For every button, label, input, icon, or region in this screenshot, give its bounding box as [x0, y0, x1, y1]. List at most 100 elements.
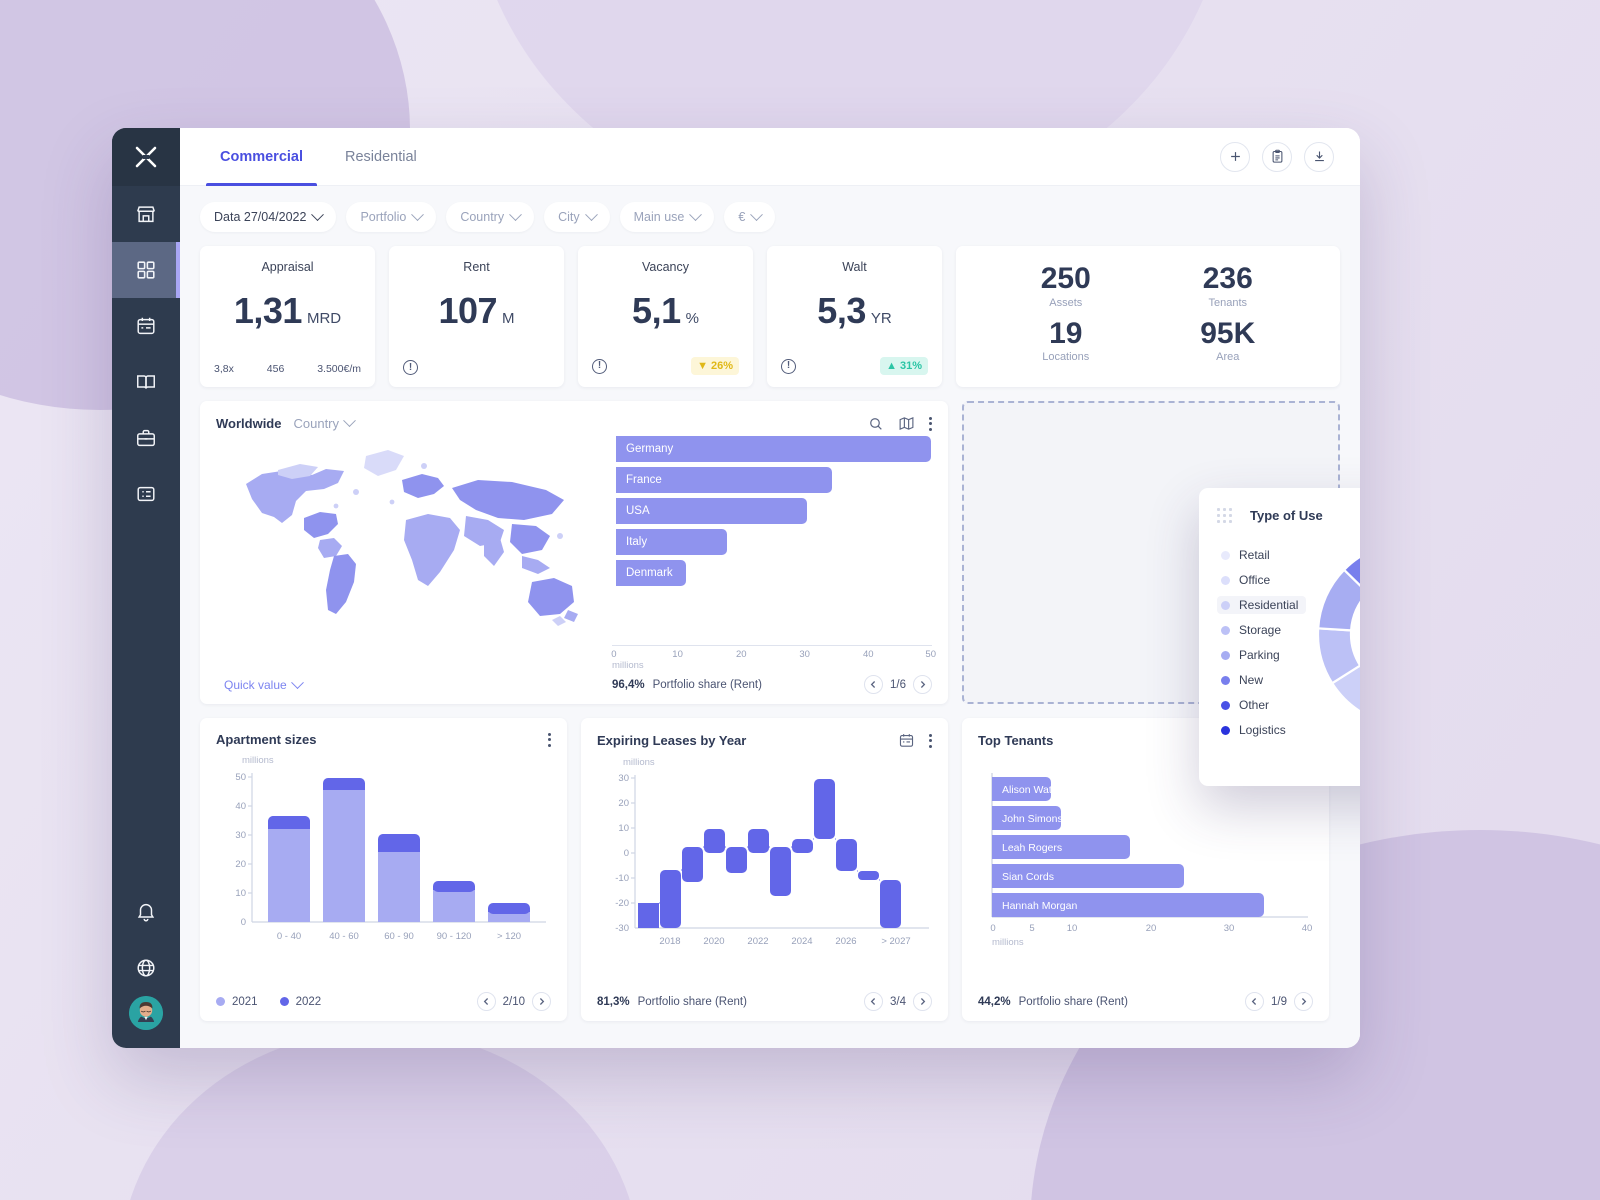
filter-date[interactable]: Data 27/04/2022: [200, 202, 337, 232]
bar-row[interactable]: Germany: [616, 436, 932, 462]
svg-text:60 - 90: 60 - 90: [384, 931, 414, 942]
bar-row[interactable]: France: [616, 467, 932, 493]
sidebar-item-storefront[interactable]: [112, 186, 180, 242]
filter-currency[interactable]: €: [724, 202, 776, 232]
stat-tenants: 236 Tenants: [1200, 262, 1255, 309]
panel-actions: [868, 415, 932, 432]
storefront-icon: [137, 206, 155, 223]
kebab-icon[interactable]: [548, 732, 551, 747]
search-icon[interactable]: [868, 416, 884, 432]
panel-title: Expiring Leases by Year: [597, 733, 747, 748]
kebab-icon[interactable]: [929, 733, 932, 748]
sidebar-item-reports[interactable]: [112, 354, 180, 410]
legend-item-retail[interactable]: Retail: [1217, 546, 1306, 564]
filter-city[interactable]: City: [544, 202, 610, 232]
prev-page-button[interactable]: [1245, 992, 1264, 1011]
sidebar-item-portfolio[interactable]: [112, 410, 180, 466]
info-icon[interactable]: !: [403, 360, 418, 375]
kpi-value: 5,3 YR: [817, 290, 891, 332]
stat-assets: 250 Assets: [1041, 262, 1091, 309]
next-page-button[interactable]: [913, 675, 932, 694]
svg-text:40: 40: [1302, 923, 1313, 934]
info-icon[interactable]: !: [592, 358, 607, 374]
sidebar-item-language[interactable]: [112, 940, 180, 996]
legend-item-office[interactable]: Office: [1217, 571, 1306, 589]
kpi-value: 5,1 %: [632, 290, 699, 332]
sidebar-item-dashboard[interactable]: [112, 242, 180, 298]
avatar[interactable]: [129, 996, 163, 1030]
reports-button[interactable]: [1262, 141, 1292, 172]
type-of-use-panel[interactable]: Type of Use Retail Office Residential St…: [1199, 488, 1360, 786]
legend-item-2022[interactable]: 2022: [279, 996, 321, 1008]
country-bar-chart: Germany France USA Italy Denmark 0 10 20…: [611, 432, 936, 694]
legend-item-logistics[interactable]: Logistics: [1217, 721, 1306, 739]
world-map[interactable]: Quick value: [216, 432, 606, 694]
sidebar-item-calendar[interactable]: [112, 298, 180, 354]
clipboard-icon: [1272, 149, 1282, 163]
portfolio-share-value: 44,2%: [978, 995, 1011, 1008]
country-dropdown-label: Country: [293, 416, 340, 431]
svg-text:10: 10: [618, 823, 629, 834]
grip-icon[interactable]: [1217, 507, 1232, 523]
stat-label: Area: [1216, 351, 1240, 363]
sidebar-item-notifications[interactable]: [112, 884, 180, 940]
kpi-title: Walt: [842, 260, 867, 274]
panel-footer: 96,4% Portfolio share (Rent) 1/6: [612, 671, 932, 694]
svg-text:-10: -10: [615, 873, 629, 884]
kpi-row: Appraisal 1,31 MRD 3,8x 456 3.500€/m Ren…: [200, 246, 1340, 387]
bar-row[interactable]: USA: [616, 498, 932, 524]
quick-value-dropdown[interactable]: Quick value: [224, 675, 304, 692]
tab-residential[interactable]: Residential: [331, 128, 431, 185]
app-logo[interactable]: [112, 128, 180, 186]
filter-country[interactable]: Country: [446, 202, 535, 232]
filter-portfolio[interactable]: Portfolio: [346, 202, 437, 232]
tab-bar: Commercial Residential: [206, 128, 445, 186]
kpi-number: 5,3: [817, 290, 866, 331]
svg-text:40 - 60: 40 - 60: [329, 931, 359, 942]
chevron-right-icon: [539, 998, 545, 1005]
chevron-down-icon: [584, 207, 598, 221]
apartment-sizes-svg: 504030 20100 0 - 40 40 - 60 60 - 90 90 -…: [235, 772, 546, 942]
topbar: Commercial Residential: [180, 128, 1360, 186]
next-page-button[interactable]: [913, 992, 932, 1011]
grid-icon: [137, 261, 155, 279]
country-dropdown[interactable]: Country: [293, 414, 356, 431]
type-of-use-donut[interactable]: 31%: [1310, 534, 1360, 734]
kebab-icon[interactable]: [929, 416, 932, 431]
bar-row[interactable]: Italy: [616, 529, 932, 555]
svg-text:20: 20: [1146, 923, 1157, 934]
add-button[interactable]: [1220, 141, 1250, 172]
legend-item-storage[interactable]: Storage: [1217, 621, 1306, 639]
kpi-footer: ! ▼ 26%: [592, 357, 739, 375]
calendar-icon[interactable]: [898, 732, 915, 749]
sidebar-item-forms[interactable]: [112, 466, 180, 522]
filter-main-use[interactable]: Main use: [619, 202, 715, 232]
logo-x-icon: [135, 146, 157, 168]
prev-page-button[interactable]: [864, 675, 883, 694]
panel-title: Type of Use: [1250, 507, 1323, 523]
panel-actions: [898, 732, 932, 749]
portfolio-share-value: 81,3%: [597, 995, 630, 1008]
bar-row[interactable]: Denmark: [616, 560, 932, 586]
svg-text:0 - 40: 0 - 40: [277, 931, 301, 942]
legend-item-2021[interactable]: 2021: [216, 996, 258, 1008]
panel-footer: 81,3% Portfolio share (Rent) 3/4: [597, 988, 932, 1011]
map-icon[interactable]: [898, 415, 915, 432]
status-badge-value: 31%: [899, 360, 922, 372]
download-button[interactable]: [1304, 141, 1334, 172]
chevron-left-icon: [870, 998, 876, 1005]
prev-page-button[interactable]: [476, 992, 496, 1011]
next-page-button[interactable]: [532, 992, 551, 1011]
panel-header: Type of Use: [1217, 504, 1360, 526]
prev-page-button[interactable]: [864, 992, 883, 1011]
svg-text:40: 40: [235, 801, 246, 812]
legend-item-other[interactable]: Other: [1217, 696, 1306, 714]
legend-item-parking[interactable]: Parking: [1217, 646, 1306, 664]
summary-column-right: 236 Tenants 95K Area: [1200, 262, 1255, 371]
info-icon[interactable]: !: [781, 358, 796, 374]
next-page-button[interactable]: [1294, 992, 1313, 1011]
legend-item-new[interactable]: New: [1217, 671, 1306, 689]
tab-commercial[interactable]: Commercial: [206, 128, 318, 186]
svg-text:10: 10: [1067, 923, 1078, 934]
legend-item-residential[interactable]: Residential: [1217, 596, 1307, 614]
